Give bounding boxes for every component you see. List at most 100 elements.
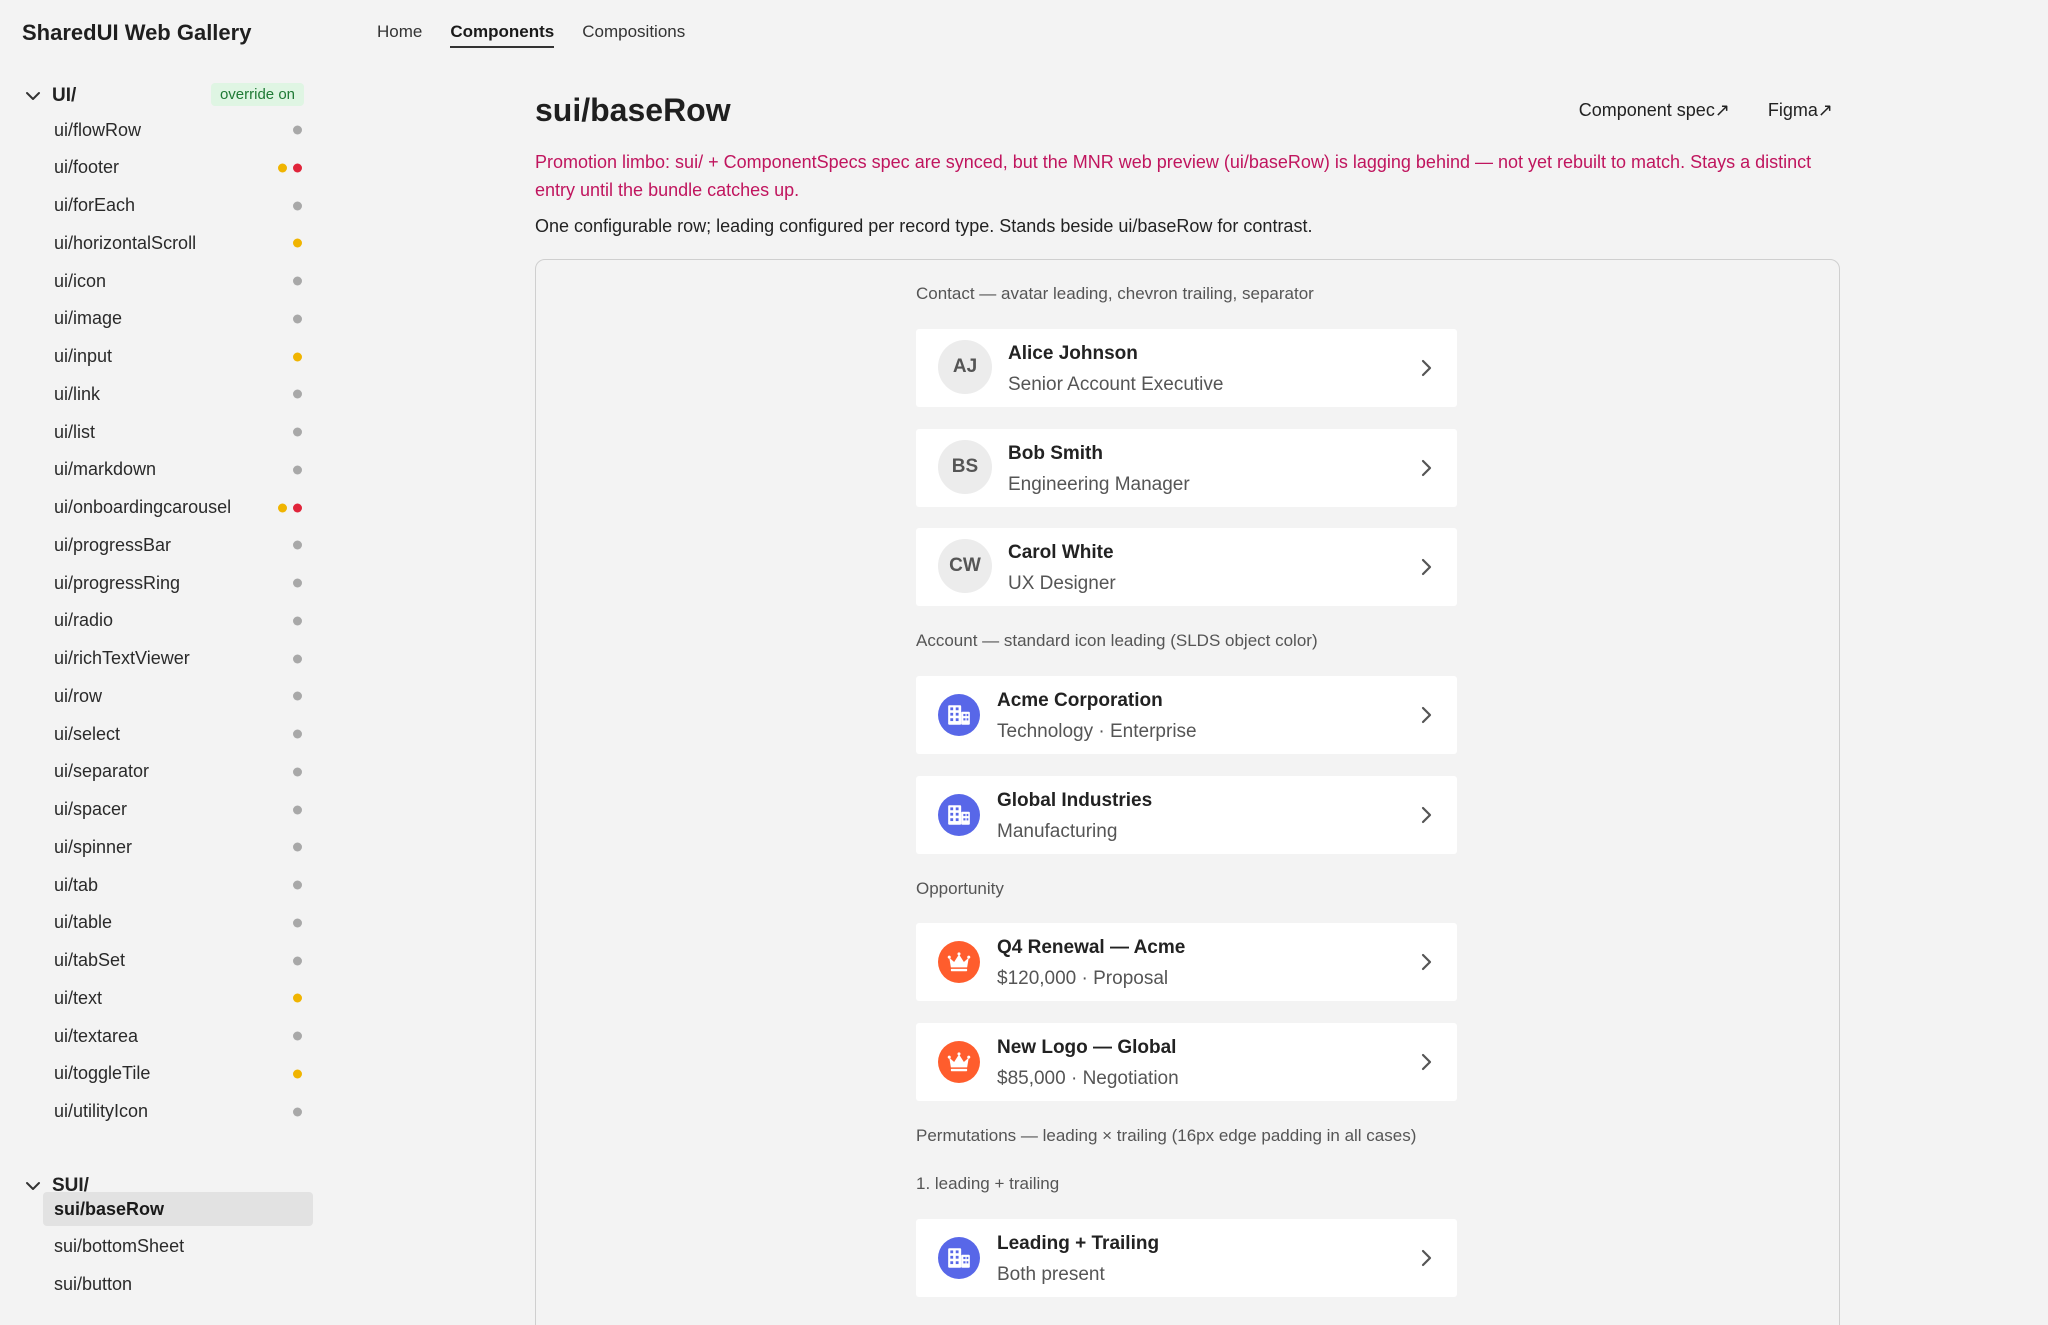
sidebar-item[interactable]: ui/radio [43,604,313,638]
sidebar-item[interactable]: ui/footer [43,151,313,185]
section-label: Opportunity [916,879,1004,898]
override-badge: override on [210,83,304,106]
avatar: CW [938,539,992,593]
sidebar-item[interactable]: ui/tabSet [43,944,313,978]
sidebar-group-0[interactable]: UI/override on [24,83,304,107]
base-row[interactable]: Global Industries Manufacturing [916,776,1457,854]
chevron-right-icon [1415,556,1437,578]
row-subtitle: Engineering Manager [1008,474,1190,495]
row-title: Carol White [1008,542,1114,563]
base-row[interactable]: Leading + Trailing Both present [916,1219,1457,1297]
sidebar-item[interactable]: sui/button [43,1268,313,1302]
status-dot [293,616,302,626]
sidebar-item[interactable]: sui/bottomSheet [43,1230,313,1264]
row-title: Bob Smith [1008,443,1103,464]
chevron-down-icon[interactable] [24,1177,42,1195]
base-row[interactable]: AJ Alice Johnson Senior Account Executive [916,329,1457,407]
sidebar-item[interactable]: ui/image [43,302,313,336]
status-dots [293,352,302,361]
row-title: New Logo — Global [997,1037,1177,1058]
base-row[interactable]: New Logo — Global $85,000 · Negotiation [916,1023,1457,1101]
sidebar-item[interactable]: ui/separator [43,755,313,789]
sidebar-item[interactable]: ui/richTextViewer [43,642,313,676]
sidebar-item-label: ui/onboardingcarousel [54,497,232,517]
status-dots [293,427,302,437]
sidebar-item[interactable]: ui/select [43,717,313,751]
status-dots [293,578,302,588]
sidebar-item[interactable]: ui/markdown [43,453,313,487]
status-dots [293,880,302,890]
sidebar-item[interactable]: ui/table [43,906,313,940]
sidebar-item[interactable]: ui/forEach [43,189,313,223]
sidebar-item[interactable]: ui/row [43,679,313,713]
sidebar-item[interactable]: ui/input [43,340,313,374]
status-dot [293,956,302,965]
sidebar-item[interactable]: ui/tab [43,868,313,902]
status-dots [293,729,302,739]
chevron-right-icon [1415,804,1437,826]
sidebar-item-label: ui/tabSet [54,950,126,970]
chevron-right-icon [1415,1247,1437,1269]
status-dots [293,389,302,399]
section-label: Permutations — leading × trailing (16px … [916,1126,1417,1145]
status-dot [293,276,302,286]
sidebar-item-label: ui/image [54,308,123,329]
sidebar-item[interactable]: ui/list [43,415,313,449]
sidebar-item-label: ui/separator [54,761,150,782]
nav-home[interactable]: Home [377,22,422,48]
component-spec-link[interactable]: Component spec↗ [1579,100,1730,121]
sidebar-item[interactable]: ui/utilityIcon [43,1095,313,1129]
sidebar-item[interactable]: ui/horizontalScroll [43,226,313,260]
status-dots [293,1031,302,1041]
status-dot [293,427,302,437]
status-dot [293,729,302,739]
sidebar-item[interactable]: ui/icon [43,264,313,298]
sidebar-item-label: ui/list [54,421,96,442]
sidebar-item[interactable]: ui/progressBar [43,528,313,562]
sidebar-item[interactable]: ui/spinner [43,830,313,864]
row-subtitle: $85,000 · Negotiation [997,1068,1179,1089]
sidebar-item-label: ui/progressRing [54,572,181,593]
sidebar-item[interactable]: ui/textarea [43,1019,313,1053]
sidebar-item-label: sui/button [54,1274,133,1294]
sidebar-item-label: ui/input [54,346,113,366]
status-dot [278,163,287,173]
base-row[interactable]: Q4 Renewal — Acme $120,000 · Proposal [916,923,1457,1001]
status-dot [293,880,302,890]
chevron-right-icon [1415,704,1437,726]
status-dot [293,503,302,512]
status-dot [293,993,302,1003]
sidebar-item-label: ui/icon [54,270,107,291]
sidebar-item-label: ui/richTextViewer [54,648,190,668]
status-dot [293,578,302,588]
sidebar-item[interactable]: ui/text [43,981,313,1015]
sidebar-item-label: ui/text [54,987,103,1008]
base-row[interactable]: Acme Corporation Technology · Enterprise [916,676,1457,754]
page-title: sui/baseRow [535,92,731,128]
status-dots [293,201,302,210]
avatar: BS [938,440,992,494]
nav-components[interactable]: Components [450,22,555,48]
sidebar-item[interactable]: sui/baseRow [43,1192,313,1226]
sidebar-group-label: UI/ [52,85,77,106]
status-dots [278,163,302,173]
base-row[interactable]: CW Carol White UX Designer [916,528,1457,606]
chevron-down-icon[interactable] [24,87,42,105]
sidebar-item[interactable]: ui/toggleTile [43,1057,313,1091]
sidebar-item[interactable]: ui/onboardingcarousel [43,491,313,525]
row-title: Alice Johnson [1008,343,1138,364]
avatar: AJ [938,340,992,394]
sidebar-item[interactable]: ui/link [43,377,313,411]
status-dot [293,201,302,210]
nav-compositions[interactable]: Compositions [582,22,685,48]
section-label: Contact — avatar leading, chevron traili… [916,284,1314,303]
base-row[interactable]: BS Bob Smith Engineering Manager [916,429,1457,507]
status-dots [293,540,302,550]
sidebar-item[interactable]: ui/flowRow [43,113,313,147]
figma-link[interactable]: Figma↗ [1768,100,1833,121]
sidebar-item[interactable]: ui/progressRing [43,566,313,600]
status-dot [293,540,302,550]
sidebar-item-label: ui/footer [54,157,120,178]
section-sublabel: 1. leading + trailing [916,1174,1060,1193]
sidebar-item[interactable]: ui/spacer [43,793,313,827]
